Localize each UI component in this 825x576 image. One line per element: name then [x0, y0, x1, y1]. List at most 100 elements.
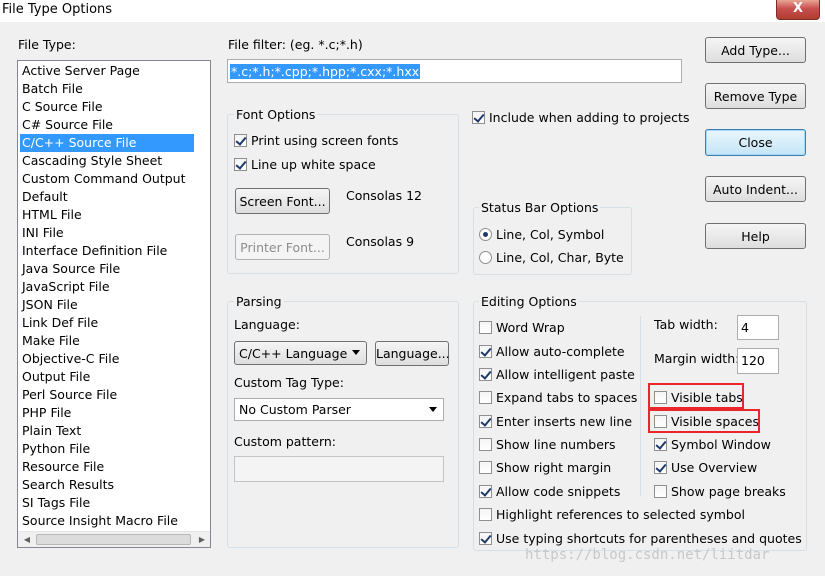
parsing-group [227, 301, 459, 548]
language-button[interactable]: Language... [375, 341, 450, 366]
list-item[interactable]: Plain Text [20, 422, 194, 440]
list-item[interactable]: Java Source File [20, 260, 194, 278]
enter-inserts-new-line-checkbox[interactable]: Enter inserts new line [479, 412, 632, 430]
language-dropdown[interactable]: C/C++ Language [234, 341, 367, 365]
list-item[interactable]: Objective-C File [20, 350, 194, 368]
word-wrap-checkbox[interactable]: Word Wrap [479, 318, 565, 336]
chevron-down-icon [429, 407, 437, 412]
show-page-breaks-checkbox[interactable]: Show page breaks [654, 482, 786, 500]
checkbox-icon [472, 110, 485, 124]
checkbox-icon [479, 437, 492, 451]
print-screen-fonts-checkbox[interactable]: Print using screen fonts [234, 131, 398, 149]
editing-divider [640, 316, 641, 496]
allow-code-snippets-label: Allow code snippets [496, 483, 621, 499]
status-option2-label: Line, Col, Char, Byte [496, 249, 624, 265]
list-item[interactable]: Cascading Style Sheet [20, 152, 194, 170]
list-item[interactable]: Interface Definition File [20, 242, 194, 260]
allow-code-snippets-checkbox[interactable]: Allow code snippets [479, 482, 620, 500]
list-item[interactable]: Default [20, 188, 194, 206]
list-item[interactable]: Custom Command Output [20, 170, 194, 188]
language-value: C/C++ Language [239, 345, 348, 361]
list-item[interactable]: C# Source File [20, 116, 194, 134]
tab-width-input[interactable]: 4 [737, 315, 779, 340]
list-item[interactable]: C/C++ Source File [20, 134, 194, 152]
include-projects-checkbox[interactable]: Include when adding to projects [472, 108, 689, 126]
show-page-breaks-label: Show page breaks [671, 483, 786, 499]
use-overview-checkbox[interactable]: Use Overview [654, 458, 757, 476]
radio-icon [479, 227, 492, 241]
checkbox-icon [479, 460, 492, 474]
file-filter-label: File filter: (eg. *.c;*.h) [228, 37, 363, 52]
highlight-references-checkbox[interactable]: Highlight references to selected symbol [479, 505, 745, 523]
show-right-margin-label: Show right margin [496, 459, 612, 475]
status-line-col-symbol-radio[interactable]: Line, Col, Symbol [479, 225, 604, 243]
list-item[interactable]: C Source File [20, 98, 194, 116]
print-screen-fonts-label: Print using screen fonts [251, 132, 399, 148]
line-up-white-space-checkbox[interactable]: Line up white space [234, 155, 376, 173]
list-item[interactable]: Make File [20, 332, 194, 350]
use-overview-label: Use Overview [671, 459, 758, 475]
typing-shortcuts-label: Use typing shortcuts for parentheses and… [496, 530, 802, 546]
list-item[interactable]: Source Insight Macro File [20, 512, 194, 530]
list-item[interactable]: Batch File [20, 80, 194, 98]
file-type-label: File Type: [18, 37, 76, 52]
symbol-window-checkbox[interactable]: Symbol Window [654, 435, 771, 453]
horizontal-scroll-thumb[interactable] [36, 534, 191, 545]
scroll-right-icon[interactable]: ▶ [194, 532, 210, 547]
scroll-left-icon[interactable]: ◀ [19, 532, 35, 547]
auto-indent-button[interactable]: Auto Indent... [705, 176, 806, 202]
typing-shortcuts-checkbox[interactable]: Use typing shortcuts for parentheses and… [479, 529, 802, 547]
custom-pattern-input[interactable] [234, 456, 444, 482]
checkbox-icon [479, 344, 492, 358]
horizontal-scrollbar[interactable]: ◀ ▶ [18, 531, 210, 547]
expand-tabs-to-spaces-checkbox[interactable]: Expand tabs to spaces [479, 388, 637, 406]
status-option1-label: Line, Col, Symbol [496, 226, 605, 242]
allow-auto-complete-checkbox[interactable]: Allow auto-complete [479, 342, 625, 360]
font-options-title: Font Options [234, 107, 318, 122]
printer-font-button[interactable]: Printer Font... [235, 234, 330, 260]
status-bar-options-title: Status Bar Options [479, 200, 601, 215]
allow-intelligent-paste-checkbox[interactable]: Allow intelligent paste [479, 365, 635, 383]
custom-tag-type-dropdown[interactable]: No Custom Parser [234, 398, 444, 421]
file-type-list[interactable]: Active Server Page Batch File C Source Fil… [17, 60, 211, 548]
show-right-margin-checkbox[interactable]: Show right margin [479, 458, 611, 476]
list-item[interactable]: Resource File [20, 458, 194, 476]
list-item[interactable]: JSON File [20, 296, 194, 314]
status-line-col-char-byte-radio[interactable]: Line, Col, Char, Byte [479, 248, 624, 266]
allow-auto-complete-label: Allow auto-complete [496, 343, 625, 359]
expand-tabs-to-spaces-label: Expand tabs to spaces [496, 389, 638, 405]
checkbox-icon [479, 507, 492, 521]
title-bar [0, 0, 825, 22]
printer-font-value: Consolas 9 [346, 234, 415, 249]
help-button[interactable]: Help [705, 223, 806, 249]
show-line-numbers-checkbox[interactable]: Show line numbers [479, 435, 616, 453]
screen-font-button[interactable]: Screen Font... [235, 188, 330, 214]
list-item[interactable]: Perl Source File [20, 386, 194, 404]
list-item[interactable]: Active Server Page [20, 62, 194, 80]
checkbox-icon [234, 157, 247, 171]
list-item[interactable]: INI File [20, 224, 194, 242]
remove-type-button[interactable]: Remove Type [705, 83, 806, 109]
checkbox-icon [654, 437, 667, 451]
line-up-white-space-label: Line up white space [251, 156, 376, 172]
close-button[interactable]: Close [705, 129, 806, 156]
checkbox-icon [479, 320, 492, 334]
enter-inserts-new-line-label: Enter inserts new line [496, 413, 633, 429]
list-item[interactable]: HTML File [20, 206, 194, 224]
list-item[interactable]: Link Def File [20, 314, 194, 332]
tab-width-label: Tab width: [654, 317, 718, 332]
list-item[interactable]: JavaScript File [20, 278, 194, 296]
language-label: Language: [234, 317, 300, 332]
margin-width-input[interactable]: 120 [737, 348, 779, 374]
list-item[interactable]: Search Results [20, 476, 194, 494]
window-close-button[interactable]: X [776, 0, 820, 20]
list-item[interactable]: Python File [20, 440, 194, 458]
list-item[interactable]: PHP File [20, 404, 194, 422]
screen-font-value: Consolas 12 [346, 188, 422, 203]
list-item[interactable]: Output File [20, 368, 194, 386]
file-filter-input[interactable]: *.c;*.h;*.cpp;*.hpp;*.cxx;*.hxx [227, 59, 682, 83]
list-item[interactable]: SI Tags File [20, 494, 194, 512]
add-type-button[interactable]: Add Type... [705, 37, 806, 63]
show-line-numbers-label: Show line numbers [496, 436, 616, 452]
margin-width-label: Margin width: [654, 351, 740, 366]
